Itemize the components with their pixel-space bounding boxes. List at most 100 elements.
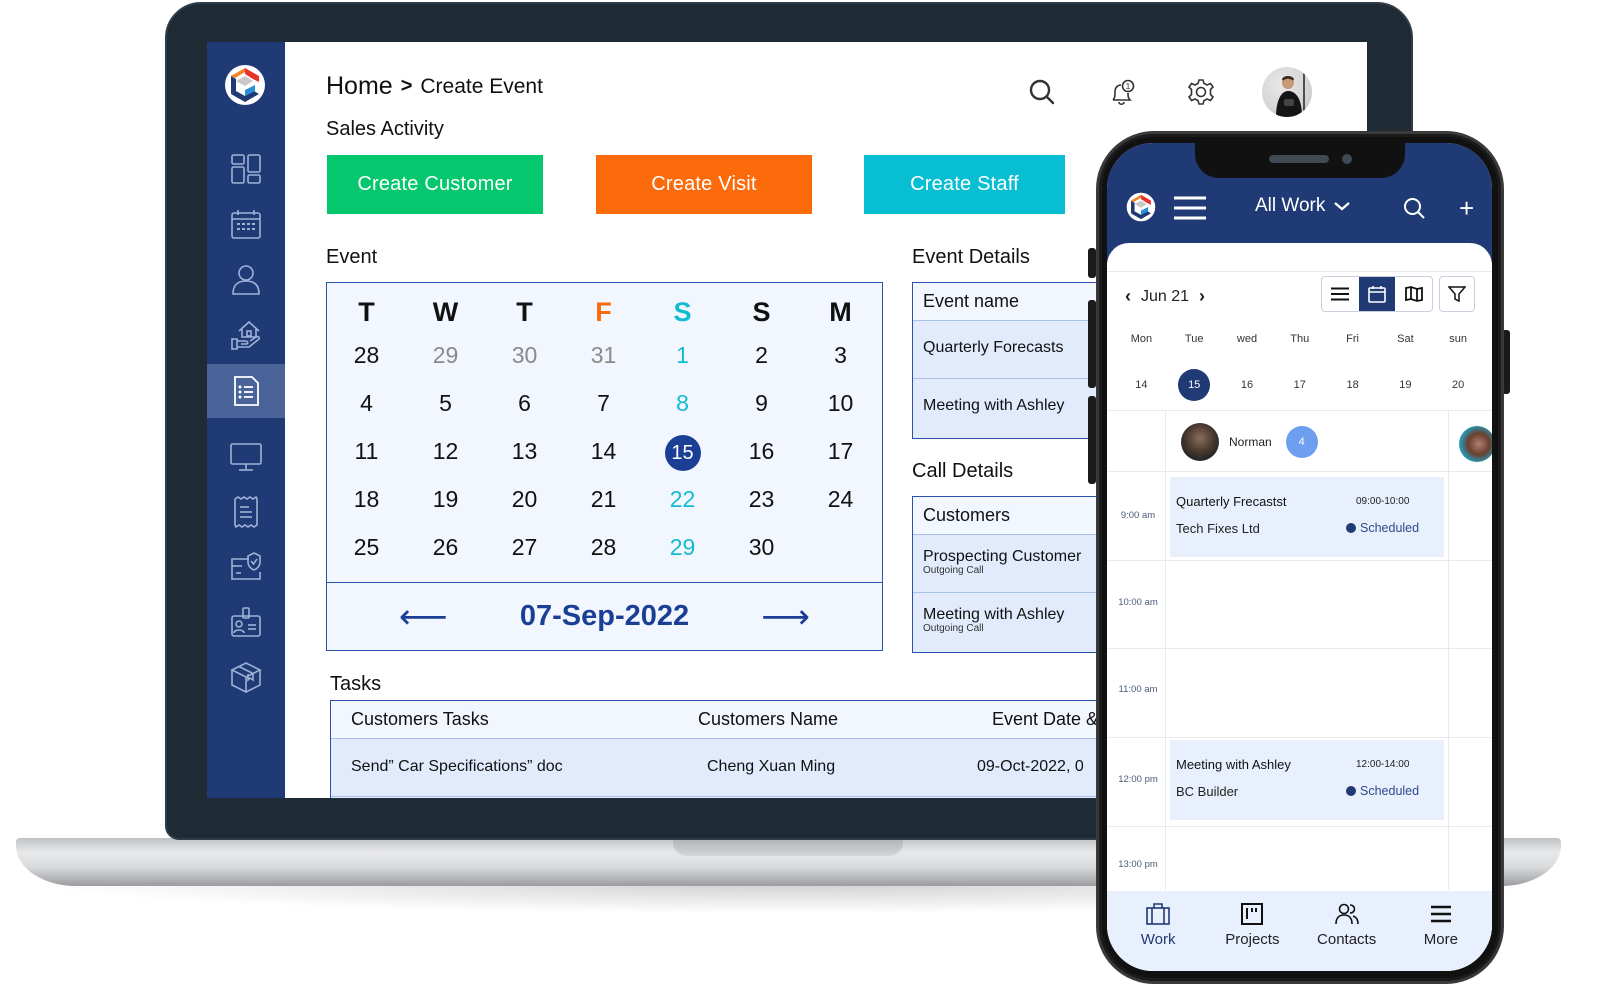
tab-more[interactable]: More — [1396, 901, 1486, 971]
filter-button[interactable] — [1439, 276, 1475, 312]
app-logo-icon[interactable] — [1126, 192, 1156, 222]
calendar-day[interactable]: 3 — [801, 331, 880, 379]
sidebar-item-calendar[interactable] — [207, 197, 285, 251]
calendar-day[interactable]: 1 — [643, 331, 722, 379]
calendar-day[interactable]: 7 — [564, 379, 643, 427]
next-week-button[interactable]: › — [1199, 286, 1205, 307]
breadcrumb-current: Create Event — [420, 74, 543, 98]
week-day[interactable]: sun 20 — [1432, 333, 1485, 401]
week-day[interactable]: Tue 15 — [1168, 333, 1221, 401]
calendar-day[interactable]: 21 — [564, 475, 643, 523]
status-dot-icon — [1346, 786, 1356, 796]
calendar-day[interactable]: 28 — [327, 331, 406, 379]
calendar-day[interactable]: 26 — [406, 523, 485, 571]
sidebar-item-payments[interactable] — [207, 540, 285, 594]
calendar-day[interactable]: 17 — [801, 427, 880, 475]
week-day[interactable]: Mon 14 — [1115, 333, 1168, 401]
event-card[interactable]: Meeting with Ashley 12:00-14:00 BC Build… — [1170, 740, 1444, 820]
add-button[interactable]: + — [1459, 193, 1474, 224]
calendar-day[interactable]: 30 — [485, 331, 564, 379]
calendar-day[interactable]: 12 — [406, 427, 485, 475]
calendar-day[interactable]: 27 — [485, 523, 564, 571]
calendar-day[interactable]: 29 — [406, 331, 485, 379]
create-visit-button[interactable]: Create Visit — [596, 155, 812, 214]
create-staff-button[interactable]: Create Staff — [864, 155, 1065, 214]
list-icon — [1331, 287, 1350, 301]
next-month-arrow[interactable]: ⟶ — [761, 597, 810, 637]
app-logo-icon[interactable] — [224, 64, 266, 106]
calendar-day[interactable]: 30 — [722, 523, 801, 571]
week-day[interactable]: wed 16 — [1221, 333, 1274, 401]
event-row[interactable]: Quarterly Forecasts — [913, 321, 1111, 379]
calendar-view-button[interactable] — [1358, 277, 1396, 311]
bell-icon[interactable]: 1 — [1107, 78, 1137, 108]
call-row[interactable]: Prospecting Customer Outgoing Call — [913, 535, 1111, 593]
tab-contacts[interactable]: Contacts — [1302, 901, 1392, 971]
calendar-day[interactable]: 2 — [722, 331, 801, 379]
calendar-day[interactable]: 31 — [564, 331, 643, 379]
calendar-day[interactable]: 4 — [327, 379, 406, 427]
breadcrumb-home[interactable]: Home — [326, 72, 393, 101]
call-type: Outgoing Call — [923, 623, 984, 634]
call-name: Prospecting Customer — [923, 548, 1082, 565]
create-customer-button[interactable]: Create Customer — [327, 155, 543, 214]
calendar-day[interactable]: 10 — [801, 379, 880, 427]
search-icon[interactable] — [1028, 78, 1056, 106]
week-day[interactable]: Fri 18 — [1326, 333, 1379, 401]
search-icon[interactable] — [1403, 197, 1425, 219]
sidebar-item-receipts[interactable] — [207, 485, 285, 539]
week-day[interactable]: Sat 19 — [1379, 333, 1432, 401]
event-title: Event — [326, 246, 378, 268]
assignee-avatar-2[interactable] — [1459, 426, 1492, 462]
calendar-day[interactable]: 23 — [722, 475, 801, 523]
prev-month-arrow[interactable]: ⟵ — [399, 597, 448, 637]
calendar-day[interactable]: 19 — [406, 475, 485, 523]
weekday-label: S — [673, 297, 692, 327]
calendar-day[interactable]: 16 — [722, 427, 801, 475]
tab-projects[interactable]: Projects — [1207, 901, 1297, 971]
day-date-selected: 15 — [1168, 369, 1221, 401]
assignee-header[interactable]: Norman 4 — [1181, 423, 1318, 461]
work-filter-dropdown[interactable]: All Work — [1255, 195, 1351, 217]
tab-work[interactable]: Work — [1113, 901, 1203, 971]
calendar-day-selected[interactable]: 15 — [643, 427, 722, 475]
calendar-day[interactable]: 29 — [643, 523, 722, 571]
week-day[interactable]: Thu 17 — [1273, 333, 1326, 401]
calendar-day[interactable]: 13 — [485, 427, 564, 475]
event-row[interactable]: Meeting with Ashley — [913, 379, 1111, 437]
calendar-day[interactable]: 24 — [801, 475, 880, 523]
calendar-day[interactable]: 20 — [485, 475, 564, 523]
day-date: 16 — [1240, 379, 1254, 391]
event-date-cell: 09-Oct-2022, 0 — [977, 758, 1084, 775]
gear-icon[interactable] — [1187, 78, 1215, 106]
sidebar-item-monitor[interactable] — [207, 430, 285, 484]
list-view-button[interactable] — [1322, 277, 1359, 311]
calendar-icon — [231, 210, 261, 239]
calendar-day[interactable]: 22 — [643, 475, 722, 523]
calendar-day[interactable]: 6 — [485, 379, 564, 427]
event-card[interactable]: Quarterly Frecastst 09:00-10:00 Tech Fix… — [1170, 477, 1444, 557]
table-row[interactable]: Send” Car Specifications” doc Cheng Xuan… — [331, 739, 1129, 797]
sidebar-item-staff[interactable] — [207, 595, 285, 649]
event-details-header: Event name — [913, 283, 1111, 321]
calendar-day[interactable]: 9 — [722, 379, 801, 427]
calendar-day[interactable]: 14 — [564, 427, 643, 475]
map-view-button[interactable] — [1395, 277, 1432, 311]
assignee-avatar — [1181, 423, 1219, 461]
calendar-day[interactable]: 5 — [406, 379, 485, 427]
calendar-day[interactable]: 28 — [564, 523, 643, 571]
sidebar-item-inventory[interactable] — [207, 650, 285, 704]
event-company: Tech Fixes Ltd — [1176, 521, 1260, 536]
calendar-day[interactable]: 11 — [327, 427, 406, 475]
calendar-day[interactable]: 18 — [327, 475, 406, 523]
call-row[interactable]: Meeting with Ashley Outgoing Call — [913, 593, 1111, 651]
sidebar-item-users[interactable] — [207, 252, 285, 306]
user-avatar[interactable] — [1262, 67, 1312, 117]
calendar-day[interactable]: 25 — [327, 523, 406, 571]
prev-week-button[interactable]: ‹ — [1125, 286, 1131, 307]
calendar-day[interactable]: 8 — [643, 379, 722, 427]
sidebar-item-dashboard[interactable] — [207, 142, 285, 196]
sidebar-item-property[interactable] — [207, 307, 285, 361]
sidebar-item-documents[interactable] — [207, 364, 285, 418]
hamburger-menu-icon[interactable] — [1173, 196, 1207, 220]
